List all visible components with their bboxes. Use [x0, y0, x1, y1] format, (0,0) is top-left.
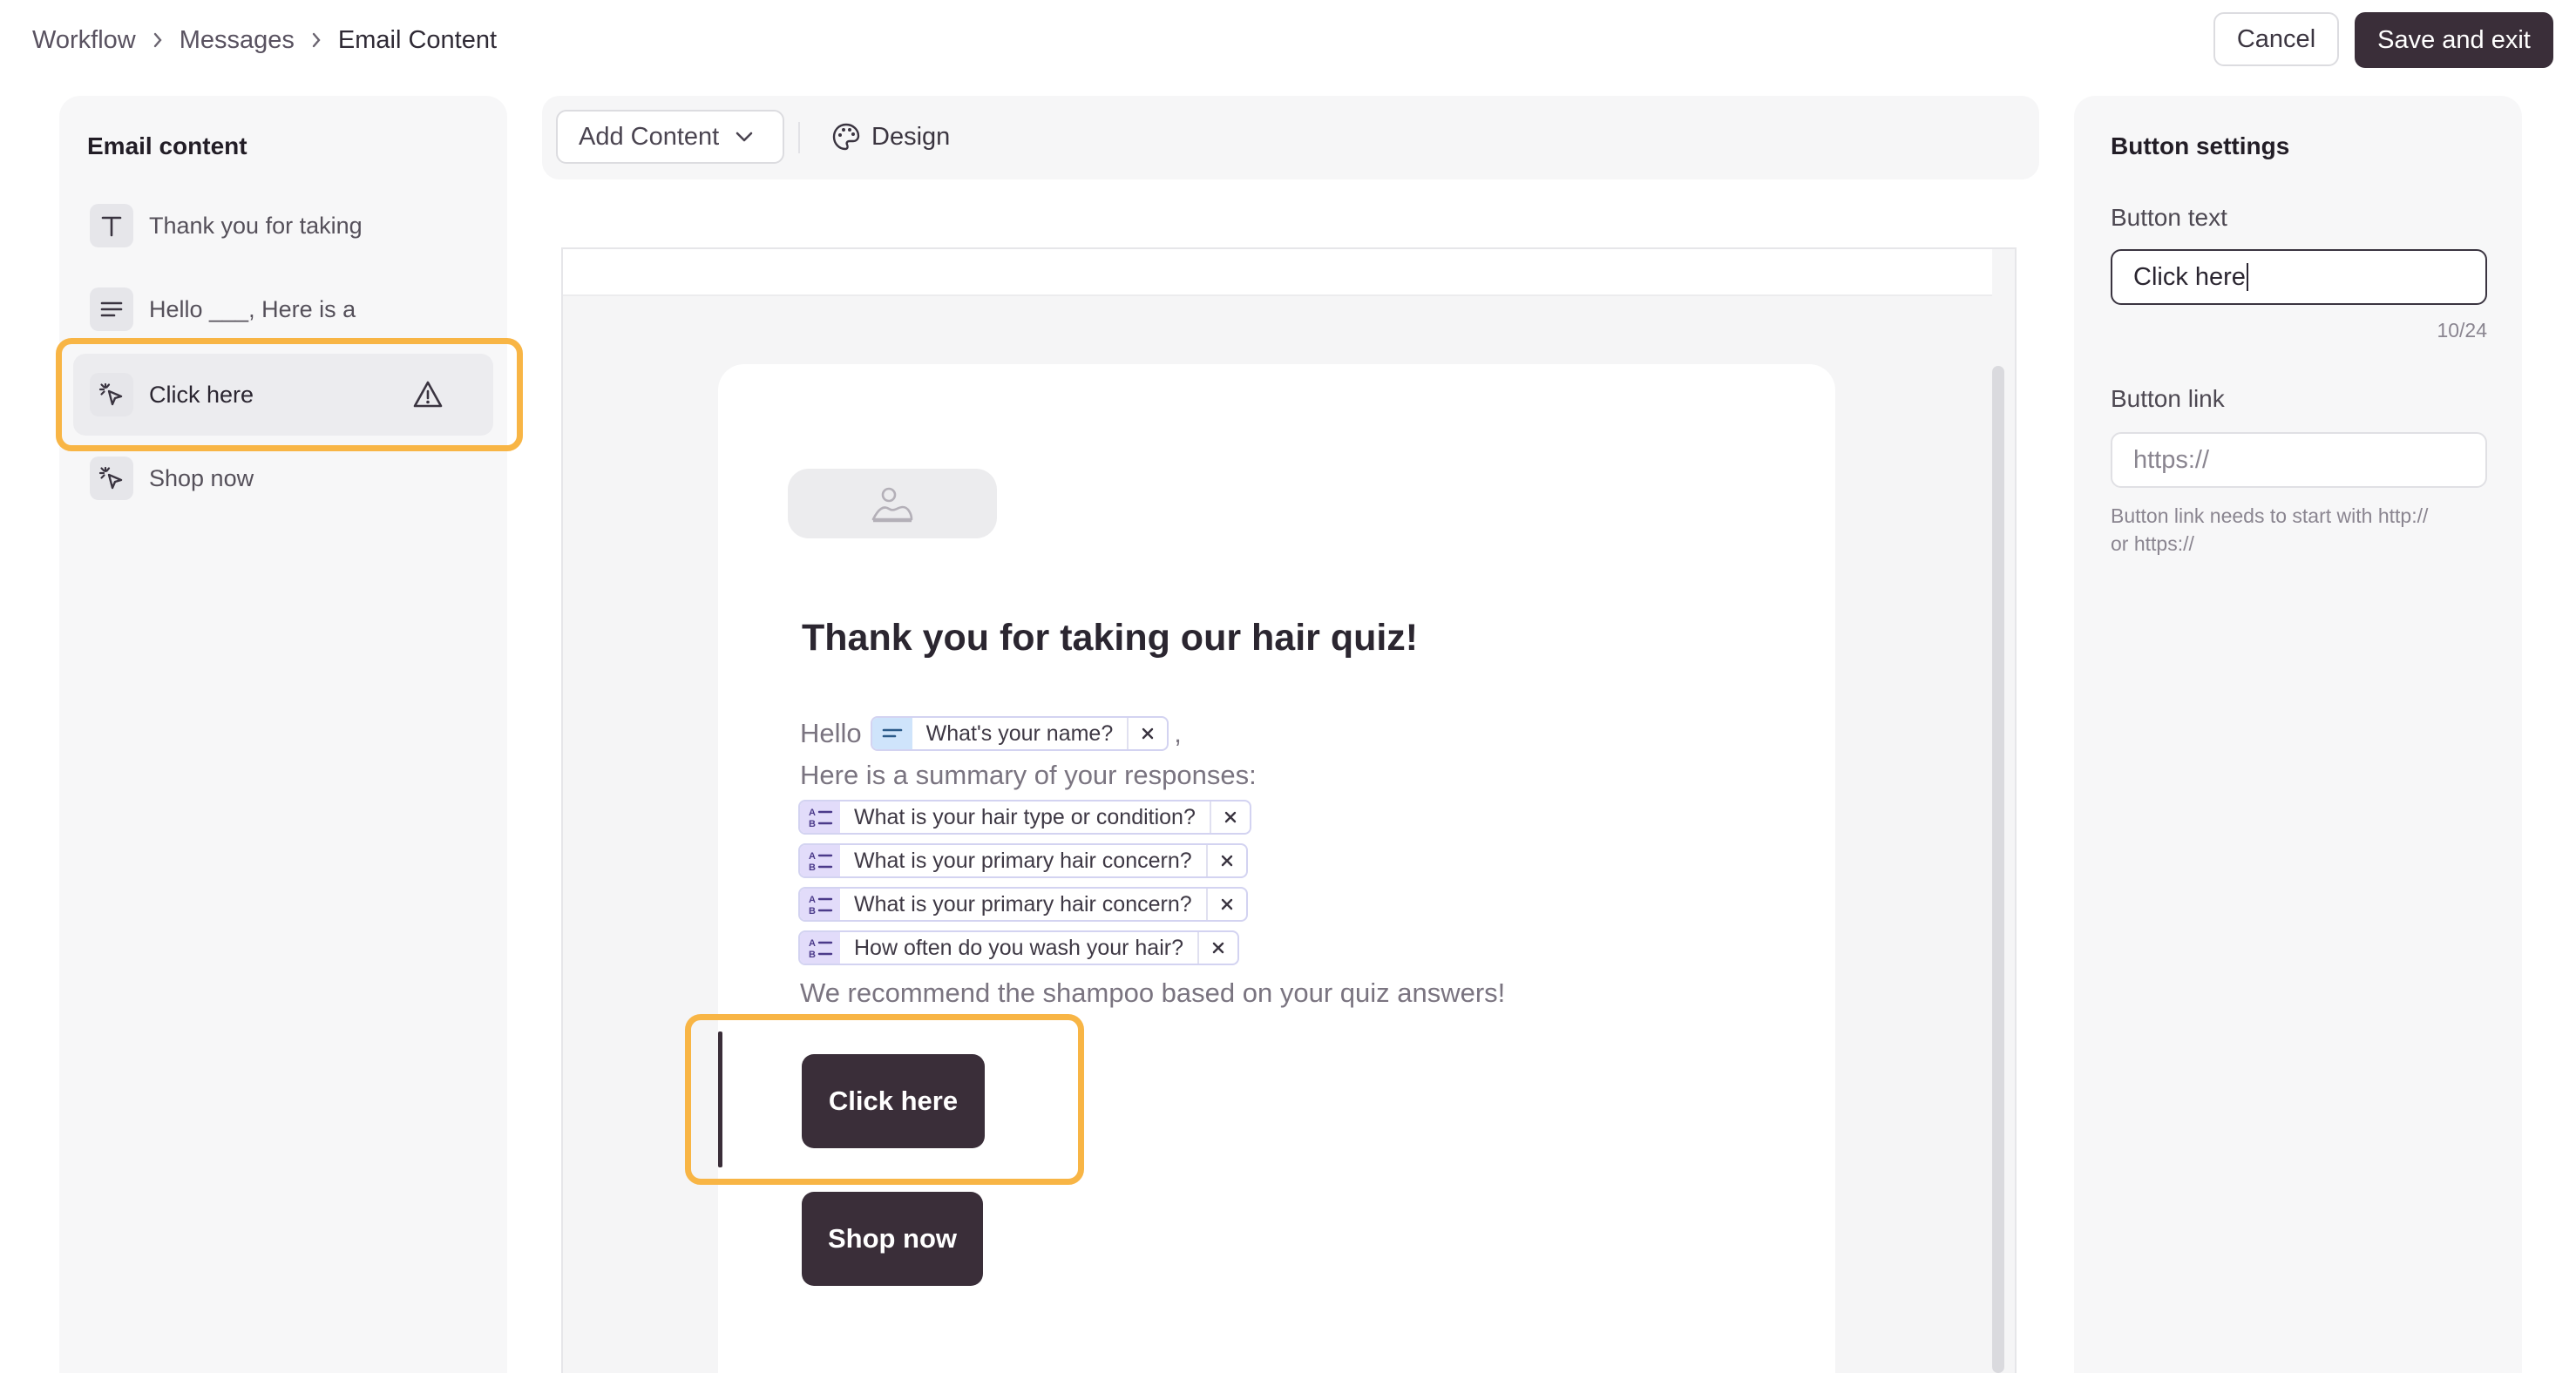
remove-chip-icon[interactable]: [1208, 845, 1246, 876]
remove-chip-icon[interactable]: [1199, 932, 1237, 964]
email-shop-now-button[interactable]: Shop now: [802, 1192, 983, 1286]
response-chip[interactable]: AB What is your primary hair concern?: [798, 843, 1248, 878]
svg-text:A: A: [809, 938, 816, 949]
character-counter: 10/24: [2437, 319, 2487, 342]
add-content-label: Add Content: [579, 122, 720, 151]
save-and-exit-button[interactable]: Save and exit: [2355, 12, 2553, 68]
button-click-icon: [90, 457, 133, 500]
chevron-right-icon: [307, 30, 326, 50]
content-item-label: Shop now: [149, 464, 254, 491]
multiple-choice-icon: AB: [800, 932, 840, 964]
content-item-heading[interactable]: Thank you for taking: [73, 185, 493, 267]
breadcrumb-messages[interactable]: Messages: [180, 26, 295, 55]
response-chip[interactable]: AB How often do you wash your hair?: [798, 930, 1239, 965]
summary-text: Here is a summary of your responses:: [800, 760, 1257, 790]
short-text-icon: [871, 718, 912, 749]
remove-chip-icon[interactable]: [1129, 718, 1167, 749]
comma-text: ,: [1174, 718, 1182, 748]
multiple-choice-icon: AB: [800, 845, 840, 876]
toolbar-divider: [798, 122, 800, 153]
response-chip[interactable]: AB What is your hair type or condition?: [798, 800, 1251, 835]
button-link-placeholder: https://: [2133, 445, 2210, 474]
text-caret: [2246, 263, 2248, 291]
svg-text:B: B: [809, 950, 816, 959]
design-button[interactable]: Design: [831, 110, 950, 164]
greeting-line: Hello What's your name? ,: [800, 716, 1182, 751]
add-content-dropdown[interactable]: Add Content: [556, 110, 784, 164]
variable-chip[interactable]: What's your name?: [870, 716, 1169, 751]
button-text-label: Button text: [2111, 204, 2227, 231]
recommend-text: We recommend the shampoo based on your q…: [800, 977, 1506, 1008]
panel-title: Button settings: [2111, 132, 2290, 159]
text-type-icon: [90, 204, 133, 247]
paragraph-icon: [90, 287, 133, 331]
svg-text:B: B: [809, 862, 816, 872]
chip-label: What's your name?: [912, 718, 1129, 749]
remove-chip-icon[interactable]: [1208, 889, 1246, 920]
image-icon: [870, 483, 915, 524]
svg-text:A: A: [809, 895, 816, 905]
help-line: or https://: [2111, 532, 2194, 555]
button-link-help: Button link needs to start with http:// …: [2111, 502, 2428, 558]
hello-text: Hello: [800, 718, 862, 748]
svg-text:B: B: [809, 906, 816, 916]
remove-chip-icon[interactable]: [1211, 801, 1250, 833]
content-item-label: Hello ___, Here is a: [149, 295, 356, 322]
canvas-top-strip: [563, 249, 1992, 296]
chip-label: What is your primary hair concern?: [840, 889, 1208, 920]
button-settings-panel: Button settings Button text Click here 1…: [2074, 96, 2522, 1373]
content-item-label: Thank you for taking: [149, 212, 363, 239]
svg-text:A: A: [809, 851, 816, 862]
cancel-button[interactable]: Cancel: [2213, 12, 2339, 66]
panel-title: Email content: [87, 132, 247, 159]
response-chip[interactable]: AB What is your primary hair concern?: [798, 887, 1248, 922]
design-label: Design: [871, 122, 951, 151]
chip-label: What is your primary hair concern?: [840, 845, 1208, 876]
chevron-right-icon: [148, 30, 167, 50]
multiple-choice-icon: AB: [800, 889, 840, 920]
button-text-value: Click here: [2133, 262, 2246, 291]
palette-icon: [831, 122, 861, 152]
email-preview-card: Thank you for taking our hair quiz! Hell…: [718, 364, 1835, 1373]
svg-text:A: A: [809, 808, 816, 818]
email-content-panel: Email content Thank you for taking Hello…: [59, 96, 507, 1373]
svg-text:B: B: [809, 819, 816, 829]
highlight-outline: [56, 338, 523, 451]
image-placeholder[interactable]: [788, 469, 997, 538]
chip-label: How often do you wash your hair?: [840, 932, 1199, 964]
chip-label: What is your hair type or condition?: [840, 801, 1211, 833]
help-line: Button link needs to start with http://: [2111, 504, 2429, 527]
button-link-label: Button link: [2111, 385, 2225, 412]
breadcrumb-workflow[interactable]: Workflow: [32, 26, 136, 55]
button-text-input[interactable]: Click here: [2111, 249, 2487, 305]
highlight-outline: [685, 1014, 1084, 1185]
breadcrumb-email-content: Email Content: [337, 25, 498, 54]
canvas-scrollbar[interactable]: [1992, 366, 2004, 1373]
breadcrumb: Workflow Messages Email Content: [32, 23, 497, 57]
chevron-down-icon: [735, 131, 754, 143]
editor-toolbar: Add Content Design: [542, 96, 2039, 179]
button-link-input[interactable]: https://: [2111, 432, 2487, 488]
email-heading[interactable]: Thank you for taking our hair quiz!: [802, 617, 1418, 659]
multiple-choice-icon: AB: [800, 801, 840, 833]
